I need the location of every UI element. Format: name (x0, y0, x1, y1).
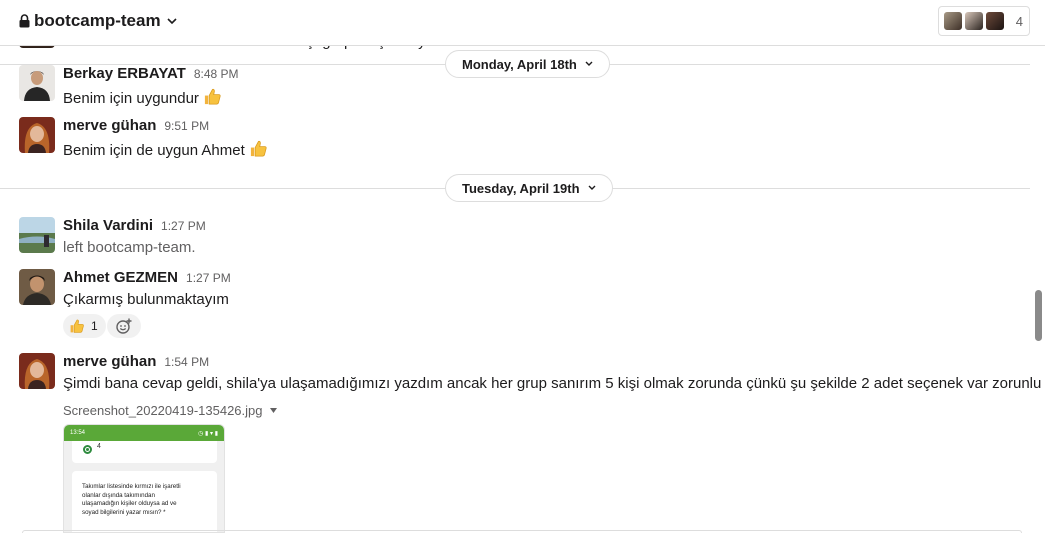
thumbs-up-icon (70, 319, 84, 333)
avatar[interactable] (19, 117, 55, 153)
image-attachment-preview[interactable]: 13:54 ◷ ▮ ▾ ▮ 4 Takımlar listesinde kırm… (63, 424, 225, 533)
channel-name-button[interactable]: bootcamp-team (19, 11, 177, 31)
avatar[interactable] (19, 65, 55, 101)
preview-status-bar: 13:54 ◷ ▮ ▾ ▮ (64, 425, 224, 441)
chevron-down-icon (167, 17, 177, 24)
caret-down-icon (269, 408, 277, 413)
member-avatar (963, 11, 984, 31)
date-jump-button[interactable]: Tuesday, April 19th (445, 174, 613, 202)
channel-header: bootcamp-team 4 (0, 0, 1045, 46)
timestamp[interactable]: 9:51 PM (164, 119, 209, 133)
avatar[interactable] (19, 217, 55, 253)
sender-name[interactable]: merve gühan (63, 117, 156, 134)
add-reaction-button[interactable] (107, 314, 141, 338)
date-jump-button[interactable]: Monday, April 18th (445, 50, 610, 78)
chevron-down-icon (588, 185, 596, 190)
message-text: Benim için uygundur (63, 90, 199, 107)
sender-name[interactable]: Berkay ERBAYAT (63, 65, 186, 82)
attachment-filename: Screenshot_20220419-135426.jpg (63, 403, 263, 418)
reaction-count: 1 (91, 319, 98, 333)
lock-icon (19, 14, 30, 28)
system-message-text: left bootcamp-team. (63, 239, 196, 256)
message-text: Benim için de uygun Ahmet (63, 142, 245, 159)
sender-name[interactable]: Ahmet GEZMEN (63, 269, 178, 286)
timestamp[interactable]: 1:27 PM (186, 271, 231, 285)
date-label: Tuesday, April 19th (462, 180, 580, 196)
attachment-name-toggle[interactable]: Screenshot_20220419-135426.jpg (63, 403, 277, 418)
preview-time: 13:54 (70, 430, 86, 436)
timestamp[interactable]: 1:54 PM (164, 355, 209, 369)
sender-name[interactable]: merve gühan (63, 353, 156, 370)
channel-title: bootcamp-team (34, 11, 161, 30)
preview-option-label: 4 (97, 443, 101, 450)
member-count: 4 (1015, 13, 1023, 29)
avatar[interactable] (19, 269, 55, 305)
avatar[interactable] (19, 353, 55, 389)
thumbs-up-icon (204, 88, 221, 105)
scrollbar-thumb[interactable] (1035, 290, 1042, 341)
preview-question-text: Takımlar listesinde kırmızı ile işaretli… (72, 471, 217, 532)
add-emoji-icon (116, 318, 132, 334)
preview-status-icons: ◷ ▮ ▾ ▮ (198, 430, 218, 437)
timestamp[interactable]: 1:27 PM (161, 219, 206, 233)
timestamp[interactable]: 8:48 PM (194, 67, 239, 81)
chevron-down-icon (585, 61, 593, 66)
sender-name[interactable]: Shila Vardini (63, 217, 153, 234)
member-avatar (984, 11, 1005, 31)
reaction-thumbs-up[interactable]: 1 (63, 314, 106, 338)
message-text: Çıkarmış bulunmaktayım (63, 291, 229, 308)
date-label: Monday, April 18th (462, 56, 577, 72)
message-text: Şimdi bana cevap geldi, shila'ya ulaşama… (63, 375, 1042, 392)
radio-selected-icon (83, 445, 92, 454)
preview-option-card: 4 (72, 441, 217, 463)
thumbs-up-icon (250, 140, 267, 157)
member-list-button[interactable]: 4 (937, 6, 1030, 36)
member-avatar (942, 11, 963, 31)
